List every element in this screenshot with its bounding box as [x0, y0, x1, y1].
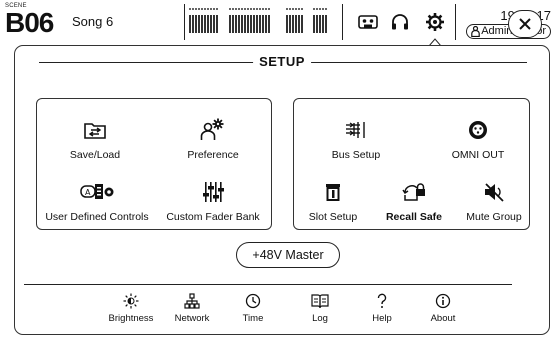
time-button[interactable]: Time	[233, 292, 273, 324]
slot-icon	[325, 179, 341, 205]
network-icon	[184, 292, 200, 310]
slot-setup-button[interactable]: Slot Setup	[296, 179, 370, 223]
help-button[interactable]: Help	[366, 292, 398, 324]
meter-group	[229, 6, 270, 38]
user-defined-controls-label: User Defined Controls	[45, 211, 149, 223]
phantom-master-button[interactable]: +48V Master	[236, 242, 340, 268]
omni-out-label: OMNI OUT	[451, 149, 505, 161]
clock-icon	[245, 292, 261, 310]
recall-safe-label: Recall Safe	[385, 211, 443, 223]
level-meters[interactable]	[189, 6, 335, 38]
recall-safe-icon	[402, 179, 426, 205]
save-load-icon	[82, 117, 108, 143]
bus-setup-icon	[344, 117, 368, 143]
bottom-rule	[24, 284, 512, 285]
fader-icon	[202, 179, 224, 205]
omni-out-button[interactable]: OMNI OUT	[430, 117, 526, 161]
panel-title: SETUP	[253, 54, 311, 69]
brightness-icon	[123, 292, 139, 310]
brightness-label: Brightness	[108, 313, 154, 324]
meter-group	[189, 6, 218, 38]
xlr-connector-icon	[468, 117, 488, 143]
divider	[342, 4, 343, 40]
recall-safe-button[interactable]: Recall Safe	[376, 179, 452, 223]
mute-group-button[interactable]: Mute Group	[458, 179, 530, 223]
divider	[455, 4, 456, 40]
help-label: Help	[372, 313, 392, 324]
divider	[184, 4, 185, 40]
setup-tab[interactable]	[420, 2, 450, 46]
save-load-button[interactable]: Save/Load	[47, 117, 143, 161]
tape-icon[interactable]	[354, 6, 382, 38]
left-function-group: Save/Load Preference A User Defined Cont…	[36, 98, 272, 230]
time-label: Time	[242, 313, 264, 324]
user-gear-icon	[200, 117, 226, 143]
mute-speaker-icon	[483, 179, 505, 205]
network-button[interactable]: Network	[170, 292, 214, 324]
slot-setup-label: Slot Setup	[308, 211, 358, 223]
user-icon	[471, 25, 481, 41]
preference-button[interactable]: Preference	[165, 117, 261, 161]
right-function-group: Bus Setup OMNI OUT Slot Setup Recall Saf…	[293, 98, 530, 230]
bus-setup-button[interactable]: Bus Setup	[316, 117, 396, 161]
custom-fader-bank-label: Custom Fader Bank	[166, 211, 260, 223]
preference-label: Preference	[187, 149, 239, 161]
about-button[interactable]: About	[424, 292, 462, 324]
meter-group	[313, 6, 327, 38]
close-icon	[519, 18, 531, 30]
mute-group-label: Mute Group	[466, 211, 522, 223]
question-icon	[376, 292, 388, 310]
headphones-icon[interactable]	[386, 6, 414, 38]
book-icon	[311, 292, 329, 310]
brightness-button[interactable]: Brightness	[106, 292, 156, 324]
about-label: About	[430, 313, 456, 324]
log-label: Log	[312, 313, 328, 324]
meter-group	[286, 6, 303, 38]
svg-text:A: A	[85, 188, 91, 197]
scene-number[interactable]: B06	[5, 8, 54, 38]
gear-icon	[426, 13, 444, 31]
save-load-label: Save/Load	[69, 149, 121, 161]
scene-name[interactable]: Song 6	[72, 14, 113, 29]
info-icon	[435, 292, 451, 310]
custom-fader-bank-button[interactable]: Custom Fader Bank	[159, 179, 267, 223]
top-bar: SCENE B06 Song 6	[0, 0, 555, 46]
bus-setup-label: Bus Setup	[331, 149, 381, 161]
user-defined-controls-icon: A	[80, 179, 114, 205]
user-defined-controls-button[interactable]: A User Defined Controls	[39, 179, 155, 223]
log-button[interactable]: Log	[302, 292, 338, 324]
network-label: Network	[174, 313, 210, 324]
close-button[interactable]	[508, 10, 542, 38]
